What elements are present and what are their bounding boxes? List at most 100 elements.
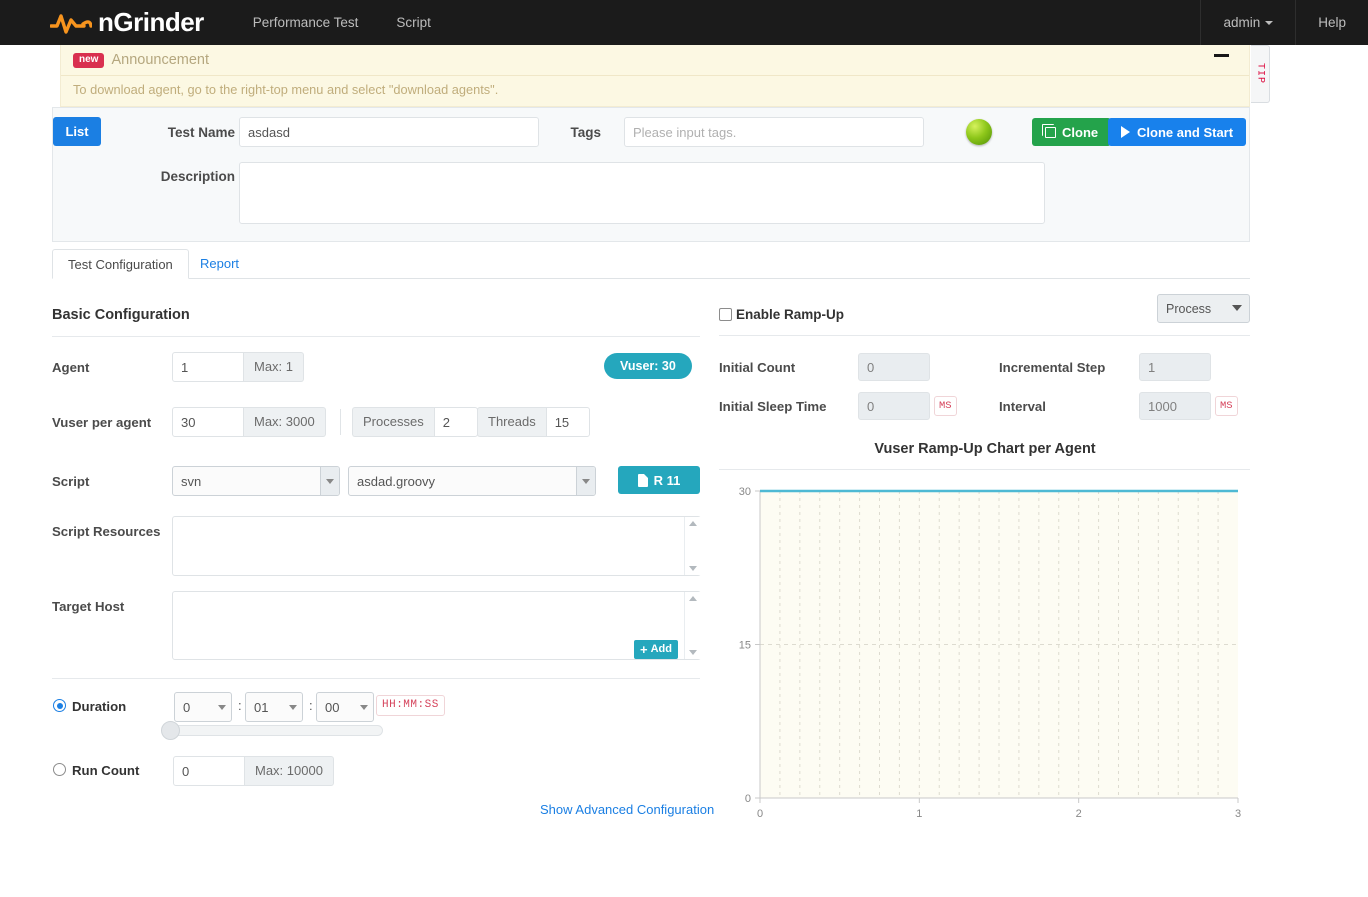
duration-radio[interactable] (53, 699, 66, 712)
clone-button[interactable]: Clone (1032, 118, 1112, 146)
duration-minutes-select[interactable]: 01 (245, 692, 303, 722)
scroll-up-icon (689, 521, 697, 526)
nav-links: Performance Test Script (234, 0, 450, 45)
chevron-down-icon (1265, 20, 1274, 25)
description-textarea[interactable] (239, 162, 1045, 224)
incremental-step-input[interactable] (1139, 353, 1211, 381)
nav-help-label: Help (1318, 15, 1346, 30)
target-host-textarea[interactable] (172, 591, 701, 660)
vuser-total-badge: Vuser: 30 (604, 353, 692, 379)
enable-ramp-up-label: Enable Ramp-Up (736, 307, 845, 322)
description-label: Description (160, 169, 235, 184)
brand-name: nGrinder (98, 7, 204, 37)
script-label: Script (52, 474, 90, 489)
announcement-header: new Announcement (61, 45, 1249, 76)
svg-text:0: 0 (745, 793, 751, 805)
script-resources-textarea[interactable] (172, 516, 701, 576)
svg-text:0: 0 (757, 808, 763, 820)
ramp-up-divider (719, 335, 1250, 336)
clone-and-start-button[interactable]: Clone and Start (1108, 118, 1247, 146)
nav-right-group: admin Help (1200, 0, 1368, 45)
target-host-label: Target Host (52, 599, 125, 614)
chart-divider (719, 469, 1250, 470)
basic-configuration-title: Basic Configuration (52, 307, 190, 323)
svg-text:15: 15 (739, 640, 751, 652)
tab-test-configuration[interactable]: Test Configuration (52, 249, 189, 279)
test-name-label: Test Name (167, 125, 235, 140)
interval-input[interactable] (1139, 392, 1211, 420)
field-separator (340, 409, 341, 435)
add-button-label: Add (650, 643, 672, 655)
add-target-host-button[interactable]: + Add (634, 640, 678, 659)
chart-title: Vuser Ramp-Up Chart per Agent (874, 441, 1096, 457)
vuser-per-agent-field-group: Max: 3000 (172, 407, 326, 437)
announcement-new-badge: new (73, 52, 105, 68)
top-navbar: nGrinder Performance Test Script admin H… (0, 0, 1368, 45)
duration-colon-2: : (309, 698, 313, 713)
initial-sleep-time-unit: MS (934, 396, 957, 416)
duration-label: Duration (72, 699, 127, 714)
clone-and-start-label: Clone and Start (1137, 124, 1234, 140)
test-header-card: List Test Name Tags Description Clone Cl… (52, 107, 1250, 242)
duration-slider-handle[interactable] (161, 721, 180, 740)
clone-button-label: Clone (1062, 124, 1099, 140)
agent-input[interactable] (172, 352, 244, 382)
script-revision-button[interactable]: R 11 (618, 466, 700, 494)
enable-ramp-up-checkbox[interactable] (719, 308, 732, 321)
initial-count-input[interactable] (858, 353, 930, 381)
scroll-down-icon (689, 650, 697, 655)
svg-text:30: 30 (739, 486, 751, 498)
threads-input[interactable] (545, 407, 590, 437)
duration-hours-select[interactable]: 0 (174, 692, 232, 722)
list-button[interactable]: List (53, 117, 101, 146)
duration-colon-1: : (238, 698, 242, 713)
run-count-radio[interactable] (53, 763, 66, 776)
announcement-panel: new Announcement To download agent, go t… (60, 45, 1250, 107)
vuser-per-agent-max-addon: Max: 3000 (244, 407, 326, 437)
basic-config-divider (52, 336, 700, 337)
test-name-input[interactable] (239, 117, 539, 147)
duration-seconds-select[interactable]: 00 (316, 692, 374, 722)
tags-input[interactable] (624, 117, 924, 147)
processes-input[interactable] (433, 407, 478, 437)
nav-help[interactable]: Help (1295, 0, 1368, 45)
ramp-up-type-select[interactable]: Process (1157, 294, 1250, 323)
announcement-title: Announcement (111, 52, 209, 68)
agent-field-group: Max: 1 (172, 352, 305, 382)
svg-text:3: 3 (1235, 808, 1241, 820)
script-resources-label: Script Resources (52, 524, 161, 539)
run-count-input[interactable] (173, 756, 245, 786)
initial-sleep-time-input[interactable] (858, 392, 930, 420)
agent-label: Agent (52, 360, 90, 375)
nav-script[interactable]: Script (377, 0, 450, 45)
file-icon (637, 473, 648, 487)
chart-canvas: 0 15 30 0 1 2 3 (739, 486, 1241, 820)
processes-field-group: Processes (352, 407, 478, 437)
agent-max-addon: Max: 1 (244, 352, 305, 382)
scroll-up-icon (689, 596, 697, 601)
vuser-per-agent-label: Vuser per agent (52, 415, 152, 430)
tab-report[interactable]: Report (185, 249, 254, 279)
run-count-label: Run Count (72, 763, 140, 778)
tip-side-tab[interactable]: TIP (1251, 45, 1270, 103)
tags-label: Tags (570, 125, 601, 140)
initial-sleep-time-label: Initial Sleep Time (719, 399, 827, 414)
run-count-field-group: Max: 10000 (173, 756, 334, 786)
show-advanced-configuration-link[interactable]: Show Advanced Configuration (540, 802, 714, 817)
duration-divider (52, 678, 700, 679)
nav-user-label: admin (1223, 15, 1261, 30)
script-resources-scrollbar[interactable] (684, 517, 701, 575)
script-source-select[interactable]: svn (172, 466, 340, 496)
incremental-step-label: Incremental Step (999, 360, 1106, 375)
nav-user-menu[interactable]: admin (1200, 0, 1295, 45)
tip-label: TIP (1254, 63, 1266, 85)
brand-logo[interactable]: nGrinder (50, 7, 204, 38)
scroll-down-icon (689, 566, 697, 571)
vuser-per-agent-input[interactable] (172, 407, 244, 437)
duration-slider-track[interactable] (164, 725, 383, 736)
tab-bar: Test Configuration Report (52, 249, 1250, 279)
script-file-select[interactable]: asdad.groovy (348, 466, 596, 496)
minimize-icon[interactable] (1214, 54, 1229, 57)
nav-performance-test[interactable]: Performance Test (234, 0, 378, 45)
target-host-scrollbar[interactable] (684, 592, 701, 659)
